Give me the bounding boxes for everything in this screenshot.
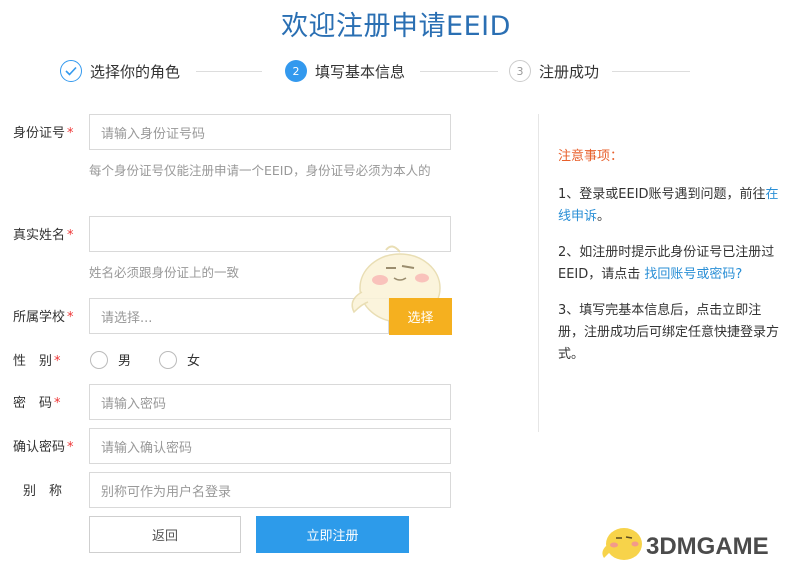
recover-account-link[interactable]: 找回账号或密码?	[644, 267, 742, 282]
school-select-button[interactable]: 选择	[389, 298, 452, 335]
note-item-1: 1、登录或EEID账号遇到问题，前往在线申诉。	[558, 184, 784, 228]
watermark-text: 3DMGAME	[646, 533, 769, 560]
password-input[interactable]: 请输入密码	[89, 384, 451, 420]
school-label: 所属学校 *	[13, 310, 74, 325]
nickname-label: 别 称	[23, 484, 63, 499]
nickname-input[interactable]: 别称可作为用户名登录	[89, 472, 451, 508]
step-connector	[196, 71, 262, 72]
radio-button[interactable]	[159, 350, 177, 369]
radio-button[interactable]	[90, 350, 108, 369]
step-number: 2	[285, 60, 307, 82]
step-label: 填写基本信息	[315, 62, 406, 81]
note-text: 1、登录或EEID账号遇到问题，前往	[558, 187, 766, 202]
gender-male-option[interactable]: 男	[90, 350, 131, 369]
register-button[interactable]: 立即注册	[256, 516, 409, 553]
page-title: 欢迎注册申请EEID	[281, 11, 511, 42]
step-label: 选择你的角色	[90, 62, 181, 81]
confirm-password-label: 确认密码 *	[13, 440, 74, 455]
step-label: 注册成功	[539, 62, 600, 81]
gender-label: 性 别 *	[13, 354, 61, 369]
notes-panel: 注意事项： 1、登录或EEID账号遇到问题，前往在线申诉。 2、如注册时提示此身…	[558, 146, 784, 380]
step-success: 3 注册成功	[509, 58, 599, 84]
radio-label: 男	[118, 354, 132, 369]
note-item-3: 3、填写完基本信息后，点击立即注册，注册成功后可绑定任意快捷登录方式。	[558, 303, 780, 362]
id-card-hint: 每个身份证号仅能注册申请一个EEID，身份证号必须为本人的	[89, 163, 431, 178]
gender-female-option[interactable]: 女	[159, 350, 200, 369]
divider	[538, 114, 539, 432]
note-text: 。	[597, 209, 611, 224]
step-fill-info: 2 填写基本信息	[285, 58, 405, 84]
id-card-label: 身份证号 *	[13, 126, 74, 141]
confirm-password-input[interactable]: 请输入确认密码	[89, 428, 451, 464]
note-item-2: 2、如注册时提示此身份证号已注册过EEID，请点击 找回账号或密码?	[558, 242, 784, 286]
id-card-input[interactable]: 请输入身份证号码	[89, 114, 451, 150]
step-connector	[612, 71, 690, 72]
step-choose-role: 选择你的角色	[60, 58, 180, 84]
password-label: 密 码 *	[13, 396, 61, 411]
back-button[interactable]: 返回	[89, 516, 241, 553]
notes-title: 注意事项：	[558, 149, 624, 164]
real-name-label: 真实姓名 *	[13, 228, 74, 243]
step-connector	[420, 71, 498, 72]
watermark-mascot-icon	[602, 528, 642, 560]
step-number: 3	[509, 60, 531, 82]
check-icon	[60, 60, 82, 82]
radio-label: 女	[187, 354, 201, 369]
